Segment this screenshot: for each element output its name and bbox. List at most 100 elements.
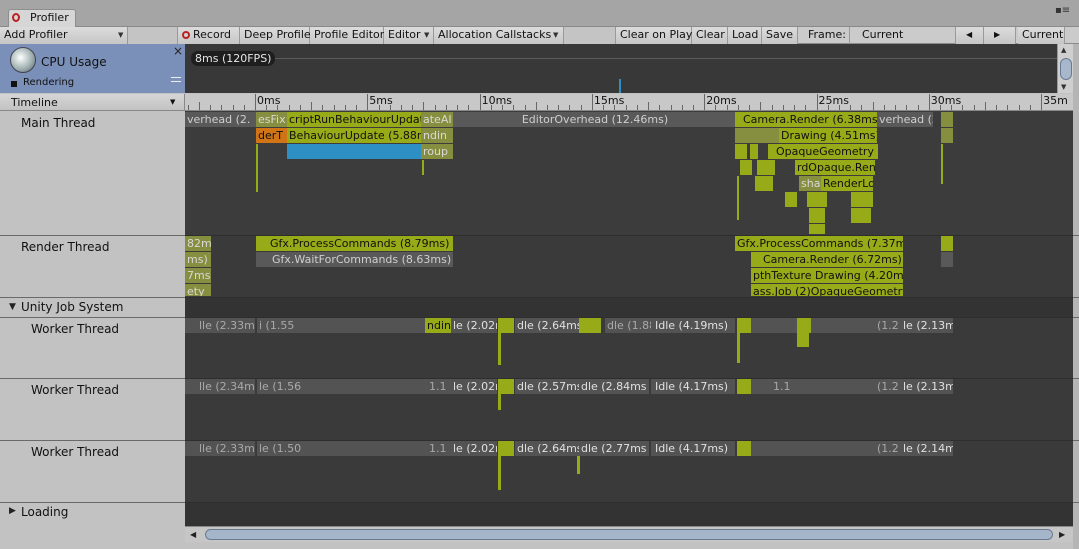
deep-profile-button[interactable]: Deep Profile [240, 27, 311, 44]
thread-loading[interactable]: Loading [21, 505, 68, 519]
marker[interactable]: le (2.14m [901, 441, 953, 456]
marker[interactable]: ass.Job (2)OpaqueGeometry ( [751, 284, 903, 296]
marker[interactable] [851, 208, 871, 223]
marker[interactable]: 82ms [185, 236, 211, 251]
marker[interactable] [809, 224, 825, 234]
allocation-callstacks-dropdown[interactable]: Allocation Callstacks ▼ [434, 27, 564, 44]
add-profiler-dropdown[interactable]: Add Profiler ▼ [0, 27, 128, 44]
marker[interactable] [737, 333, 740, 363]
scroll-down-icon[interactable]: ▼ [1061, 83, 1066, 91]
marker[interactable] [740, 160, 752, 175]
marker[interactable] [498, 379, 514, 394]
marker[interactable]: verhead (2. [185, 112, 256, 127]
marker[interactable]: 1.1 [751, 379, 811, 394]
marker[interactable]: dle (2.77ms [579, 441, 649, 456]
marker[interactable] [737, 441, 751, 456]
marker[interactable]: RenderLo [821, 176, 873, 191]
marker[interactable] [498, 394, 501, 410]
marker[interactable]: lle (2.33m [185, 318, 255, 333]
marker[interactable] [750, 144, 758, 159]
editor-dropdown[interactable]: Editor ▼ [384, 27, 434, 44]
marker[interactable] [737, 176, 739, 220]
window-menu-icon[interactable]: ▪≡ [1055, 6, 1070, 16]
marker[interactable]: le (2.02m [451, 318, 497, 333]
marker[interactable] [797, 333, 809, 347]
marker[interactable] [498, 456, 501, 490]
marker[interactable] [498, 441, 514, 456]
marker[interactable]: verhead (2. [877, 112, 933, 127]
scroll-up-icon[interactable]: ▲ [1061, 46, 1066, 54]
marker[interactable] [498, 333, 501, 365]
marker[interactable] [809, 208, 825, 223]
marker[interactable] [737, 318, 751, 333]
close-icon[interactable]: × [173, 44, 183, 58]
marker[interactable] [785, 192, 797, 207]
thread-group-job-system[interactable]: Unity Job System [21, 300, 123, 314]
marker[interactable] [498, 318, 514, 333]
marker[interactable]: dle (2.64ms [515, 441, 579, 456]
marker[interactable] [256, 144, 258, 192]
current-frame-button[interactable]: Current [1018, 27, 1065, 44]
clear-button[interactable]: Clear [692, 27, 728, 44]
marker[interactable] [307, 318, 425, 333]
marker[interactable]: i (1.55 [257, 318, 307, 333]
marker[interactable]: lle (2.34m [185, 379, 255, 394]
marker[interactable] [755, 176, 773, 191]
record-button[interactable]: Record [178, 27, 240, 44]
thread-worker[interactable]: Worker Thread [31, 383, 119, 397]
expand-right-icon[interactable]: ▶ [9, 506, 16, 516]
drag-handle-icon[interactable] [171, 77, 181, 82]
timeline-hscrollbar[interactable]: ◀ ▶ [185, 526, 1073, 542]
marker[interactable]: le (2.02m [451, 379, 497, 394]
marker[interactable]: dle (1.88m [605, 318, 651, 333]
load-button[interactable]: Load [728, 27, 762, 44]
marker[interactable]: le (1.56 [257, 379, 307, 394]
marker[interactable]: Gfx.ProcessCommands (8.79ms) [256, 236, 453, 251]
marker[interactable]: ety [185, 284, 211, 296]
marker[interactable]: roup [421, 144, 453, 159]
marker[interactable] [737, 379, 751, 394]
marker[interactable] [851, 192, 873, 207]
marker[interactable]: Gfx.ProcessCommands (7.37ms) [735, 236, 903, 251]
graph-scrollbar[interactable]: ▲ ▼ [1057, 44, 1073, 93]
save-button[interactable]: Save [762, 27, 798, 44]
marker[interactable] [941, 128, 953, 143]
marker[interactable] [287, 144, 421, 159]
marker[interactable]: shad [799, 176, 821, 191]
prev-frame-button[interactable]: ◀ [956, 27, 984, 44]
marker[interactable] [735, 144, 747, 159]
thread-worker[interactable]: Worker Thread [31, 322, 119, 336]
marker[interactable]: ndinle [425, 318, 451, 333]
marker[interactable]: criptRunBehaviourUpdate [287, 112, 421, 127]
marker[interactable]: Idle (4.17ms) [651, 379, 735, 394]
marker[interactable] [735, 128, 779, 143]
scroll-left-icon[interactable]: ◀ [190, 530, 196, 539]
marker[interactable] [941, 144, 943, 184]
profile-editor-button[interactable]: Profile Editor [310, 27, 384, 44]
marker[interactable]: Idle (4.17ms) [651, 441, 735, 456]
marker[interactable]: Camera.Render (6.38ms) [735, 112, 877, 127]
cpu-usage-graph[interactable]: 8ms (120FPS) [185, 44, 1057, 93]
clear-on-play-button[interactable]: Clear on Play [616, 27, 692, 44]
marker[interactable]: (1.2 [751, 441, 901, 456]
cpu-usage-module[interactable]: CPU Usage × Rendering [0, 44, 185, 93]
marker[interactable]: derT [256, 128, 287, 143]
marker[interactable]: le (2.02m [451, 441, 497, 456]
marker[interactable]: Gfx.WaitForCommands (8.63ms) [256, 252, 453, 267]
marker[interactable] [751, 318, 797, 333]
marker[interactable]: le (2.13m [901, 379, 953, 394]
marker[interactable] [422, 160, 424, 175]
scrollbar-thumb[interactable] [205, 529, 1053, 540]
marker[interactable]: le (1.50 [257, 441, 307, 456]
marker[interactable]: EditorOverhead (12.46ms) [453, 112, 735, 127]
marker[interactable] [941, 236, 953, 251]
marker[interactable]: dle (2.57ms [515, 379, 579, 394]
marker[interactable]: 1.1 [307, 441, 451, 456]
marker[interactable] [941, 112, 953, 127]
timeline-tracks[interactable]: verhead (2. esFix criptRunBehaviourUpdat… [185, 111, 1073, 526]
view-mode-dropdown[interactable]: Timeline ▼ [0, 94, 185, 111]
marker[interactable] [797, 318, 811, 333]
marker[interactable]: BehaviourUpdate (5.88ms) [287, 128, 421, 143]
scrollbar-thumb[interactable] [1060, 58, 1072, 80]
marker[interactable]: pthTexture Drawing (4.20ms) [751, 268, 903, 283]
